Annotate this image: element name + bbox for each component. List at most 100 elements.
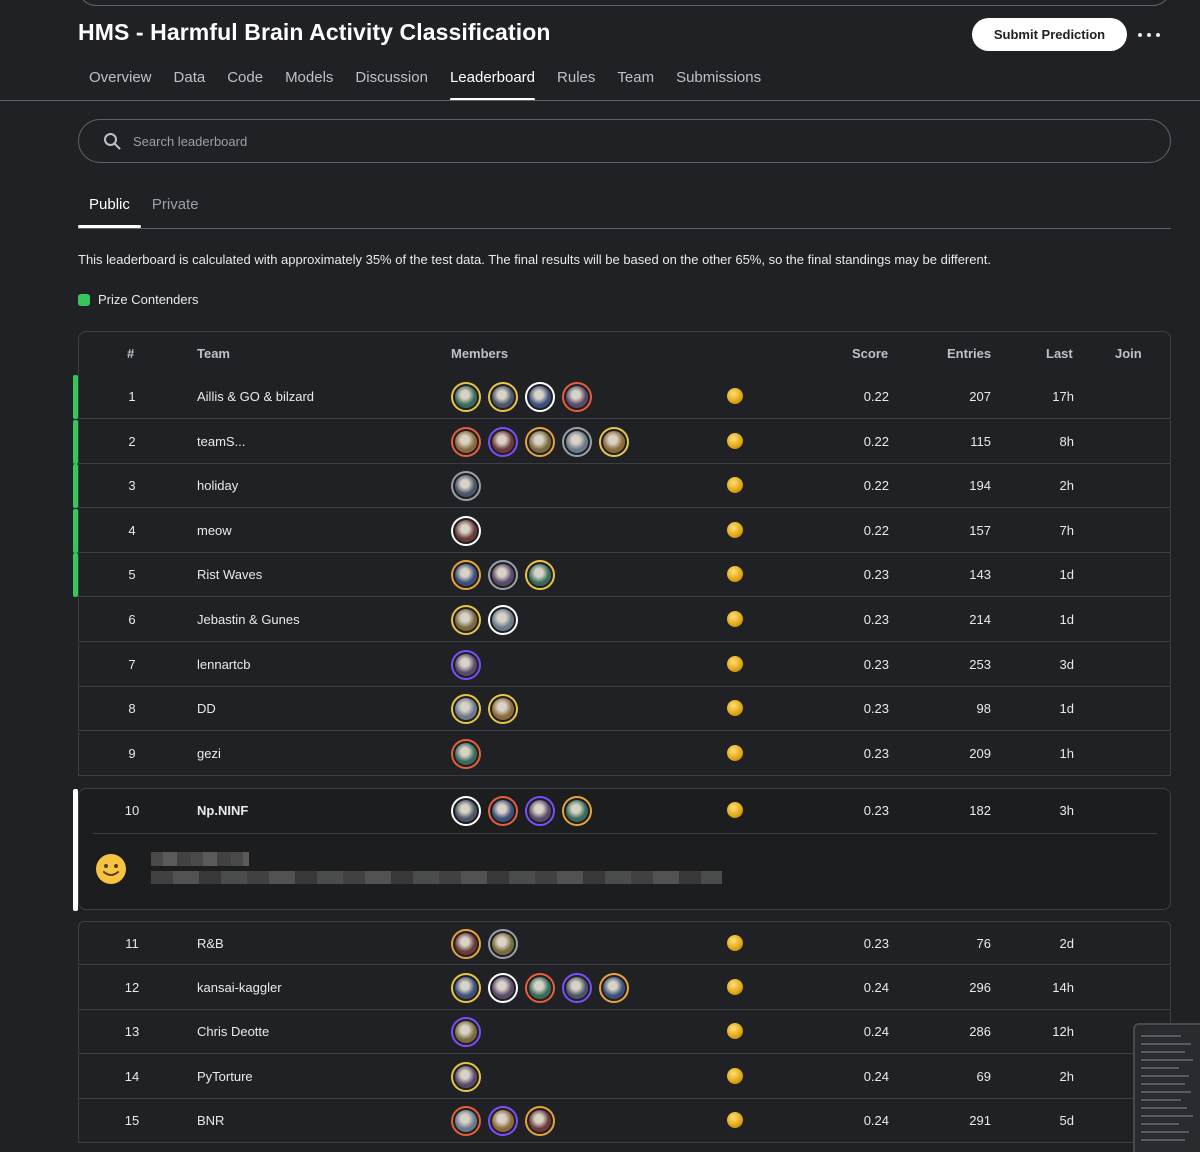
table-row: 15 BNR 0.24 291 5d	[78, 1099, 1171, 1144]
member-avatar[interactable]	[525, 426, 555, 457]
member-avatar[interactable]	[451, 972, 481, 1003]
col-entries[interactable]: Entries	[947, 346, 991, 361]
gold-medal-icon	[727, 477, 743, 494]
member-avatar[interactable]	[451, 649, 481, 680]
competition-nav: Overview Data Code Models Discussion Lea…	[78, 69, 772, 101]
member-avatar[interactable]	[525, 972, 555, 1003]
member-avatar[interactable]	[488, 972, 518, 1003]
team-name[interactable]: Np.NINF	[197, 803, 248, 818]
rank-cell: 7	[128, 656, 136, 672]
tab-data[interactable]: Data	[163, 69, 217, 101]
member-avatar[interactable]	[488, 382, 518, 412]
leaderboard-search[interactable]	[78, 119, 1171, 163]
team-name[interactable]: holiday	[197, 478, 238, 493]
member-avatar[interactable]	[488, 605, 518, 635]
member-avatar[interactable]	[451, 382, 481, 412]
member-avatar[interactable]	[451, 929, 481, 959]
team-members	[451, 560, 555, 591]
entries-cell: 157	[969, 522, 991, 538]
prize-contender-marker	[73, 419, 78, 464]
member-avatar[interactable]	[451, 560, 481, 591]
tab-public[interactable]: Public	[78, 196, 141, 228]
tab-models[interactable]: Models	[274, 69, 344, 101]
top-search-bar-edge[interactable]	[78, 0, 1171, 6]
member-avatar[interactable]	[451, 426, 481, 457]
score-cell: 0.23	[863, 936, 889, 951]
member-avatar[interactable]	[488, 560, 518, 591]
team-name[interactable]: DD	[197, 701, 216, 716]
tab-code[interactable]: Code	[216, 69, 274, 101]
member-avatar[interactable]	[451, 515, 481, 546]
member-avatar[interactable]	[451, 1017, 481, 1048]
member-avatar[interactable]	[451, 605, 481, 635]
member-avatar[interactable]	[562, 796, 592, 826]
member-avatar[interactable]	[451, 796, 481, 826]
team-name[interactable]: lennartcb	[197, 657, 250, 672]
team-name[interactable]: R&B	[197, 936, 224, 951]
tab-rules[interactable]: Rules	[546, 69, 606, 101]
member-avatar[interactable]	[599, 972, 629, 1003]
member-avatar[interactable]	[488, 796, 518, 826]
tab-private[interactable]: Private	[141, 196, 210, 228]
col-join: Join	[1115, 346, 1142, 361]
team-name[interactable]: meow	[197, 523, 232, 538]
search-input[interactable]	[133, 120, 1133, 162]
member-avatar[interactable]	[451, 1061, 481, 1092]
score-cell: 0.23	[863, 745, 889, 761]
tab-leaderboard[interactable]: Leaderboard	[439, 69, 546, 101]
col-team[interactable]: Team	[197, 346, 230, 361]
thumbnail-preview[interactable]	[1133, 1023, 1200, 1152]
member-avatar[interactable]	[451, 471, 481, 502]
member-avatar[interactable]	[562, 972, 592, 1003]
member-avatar[interactable]	[451, 694, 481, 725]
team-name[interactable]: Rist Waves	[197, 567, 262, 582]
submit-prediction-button[interactable]: Submit Prediction	[972, 18, 1127, 51]
team-members	[451, 796, 592, 826]
entries-cell: 115	[970, 433, 991, 449]
member-avatar[interactable]	[488, 1106, 518, 1137]
member-avatar[interactable]	[525, 560, 555, 591]
member-avatar[interactable]	[599, 426, 629, 457]
search-icon	[104, 133, 121, 150]
table-row: 9 gezi 0.23 209 1h	[78, 731, 1171, 776]
col-rank[interactable]: #	[127, 346, 134, 361]
member-avatar[interactable]	[525, 1106, 555, 1137]
col-last[interactable]: Last	[1046, 346, 1073, 361]
member-avatar[interactable]	[525, 796, 555, 826]
gold-medal-icon	[727, 1023, 743, 1040]
member-avatar[interactable]	[488, 929, 518, 959]
team-name[interactable]: teamS...	[197, 434, 245, 449]
team-name[interactable]: Jebastin & Gunes	[197, 612, 300, 627]
tab-overview[interactable]: Overview	[78, 69, 163, 101]
score-cell: 0.22	[863, 389, 889, 404]
table-row: 11 R&B 0.23 76 2d	[78, 921, 1171, 965]
last-cell: 3d	[1059, 656, 1074, 672]
member-avatar[interactable]	[451, 1106, 481, 1137]
member-avatar[interactable]	[488, 694, 518, 725]
table-row: 2 teamS... 0.22 115 8h	[73, 419, 1171, 464]
page-title: HMS - Harmful Brain Activity Classificat…	[78, 19, 551, 45]
rank-cell: 2	[128, 433, 136, 449]
member-avatar[interactable]	[451, 738, 481, 769]
member-avatar[interactable]	[525, 382, 555, 412]
team-name[interactable]: PyTorture	[197, 1069, 253, 1084]
team-members	[451, 694, 518, 725]
gold-medal-icon	[727, 521, 743, 538]
member-avatar[interactable]	[562, 426, 592, 457]
team-name[interactable]: Chris Deotte	[197, 1024, 269, 1039]
tab-team[interactable]: Team	[606, 69, 665, 101]
col-score[interactable]: Score	[852, 346, 888, 361]
rank-cell: 10	[124, 803, 140, 818]
tab-discussion[interactable]: Discussion	[344, 69, 439, 101]
team-name[interactable]: Aillis & GO & bilzard	[197, 389, 314, 404]
more-horizontal-icon[interactable]	[1138, 26, 1160, 44]
entries-cell: 194	[969, 478, 991, 494]
table-row: 4 meow 0.22 157 7h	[73, 508, 1171, 553]
team-name[interactable]: gezi	[197, 746, 221, 761]
member-avatar[interactable]	[488, 426, 518, 457]
member-avatar[interactable]	[562, 382, 592, 412]
team-name[interactable]: BNR	[197, 1113, 224, 1128]
tab-submissions[interactable]: Submissions	[665, 69, 772, 101]
entries-cell: 286	[969, 1024, 991, 1040]
team-name[interactable]: kansai-kaggler	[197, 980, 282, 995]
